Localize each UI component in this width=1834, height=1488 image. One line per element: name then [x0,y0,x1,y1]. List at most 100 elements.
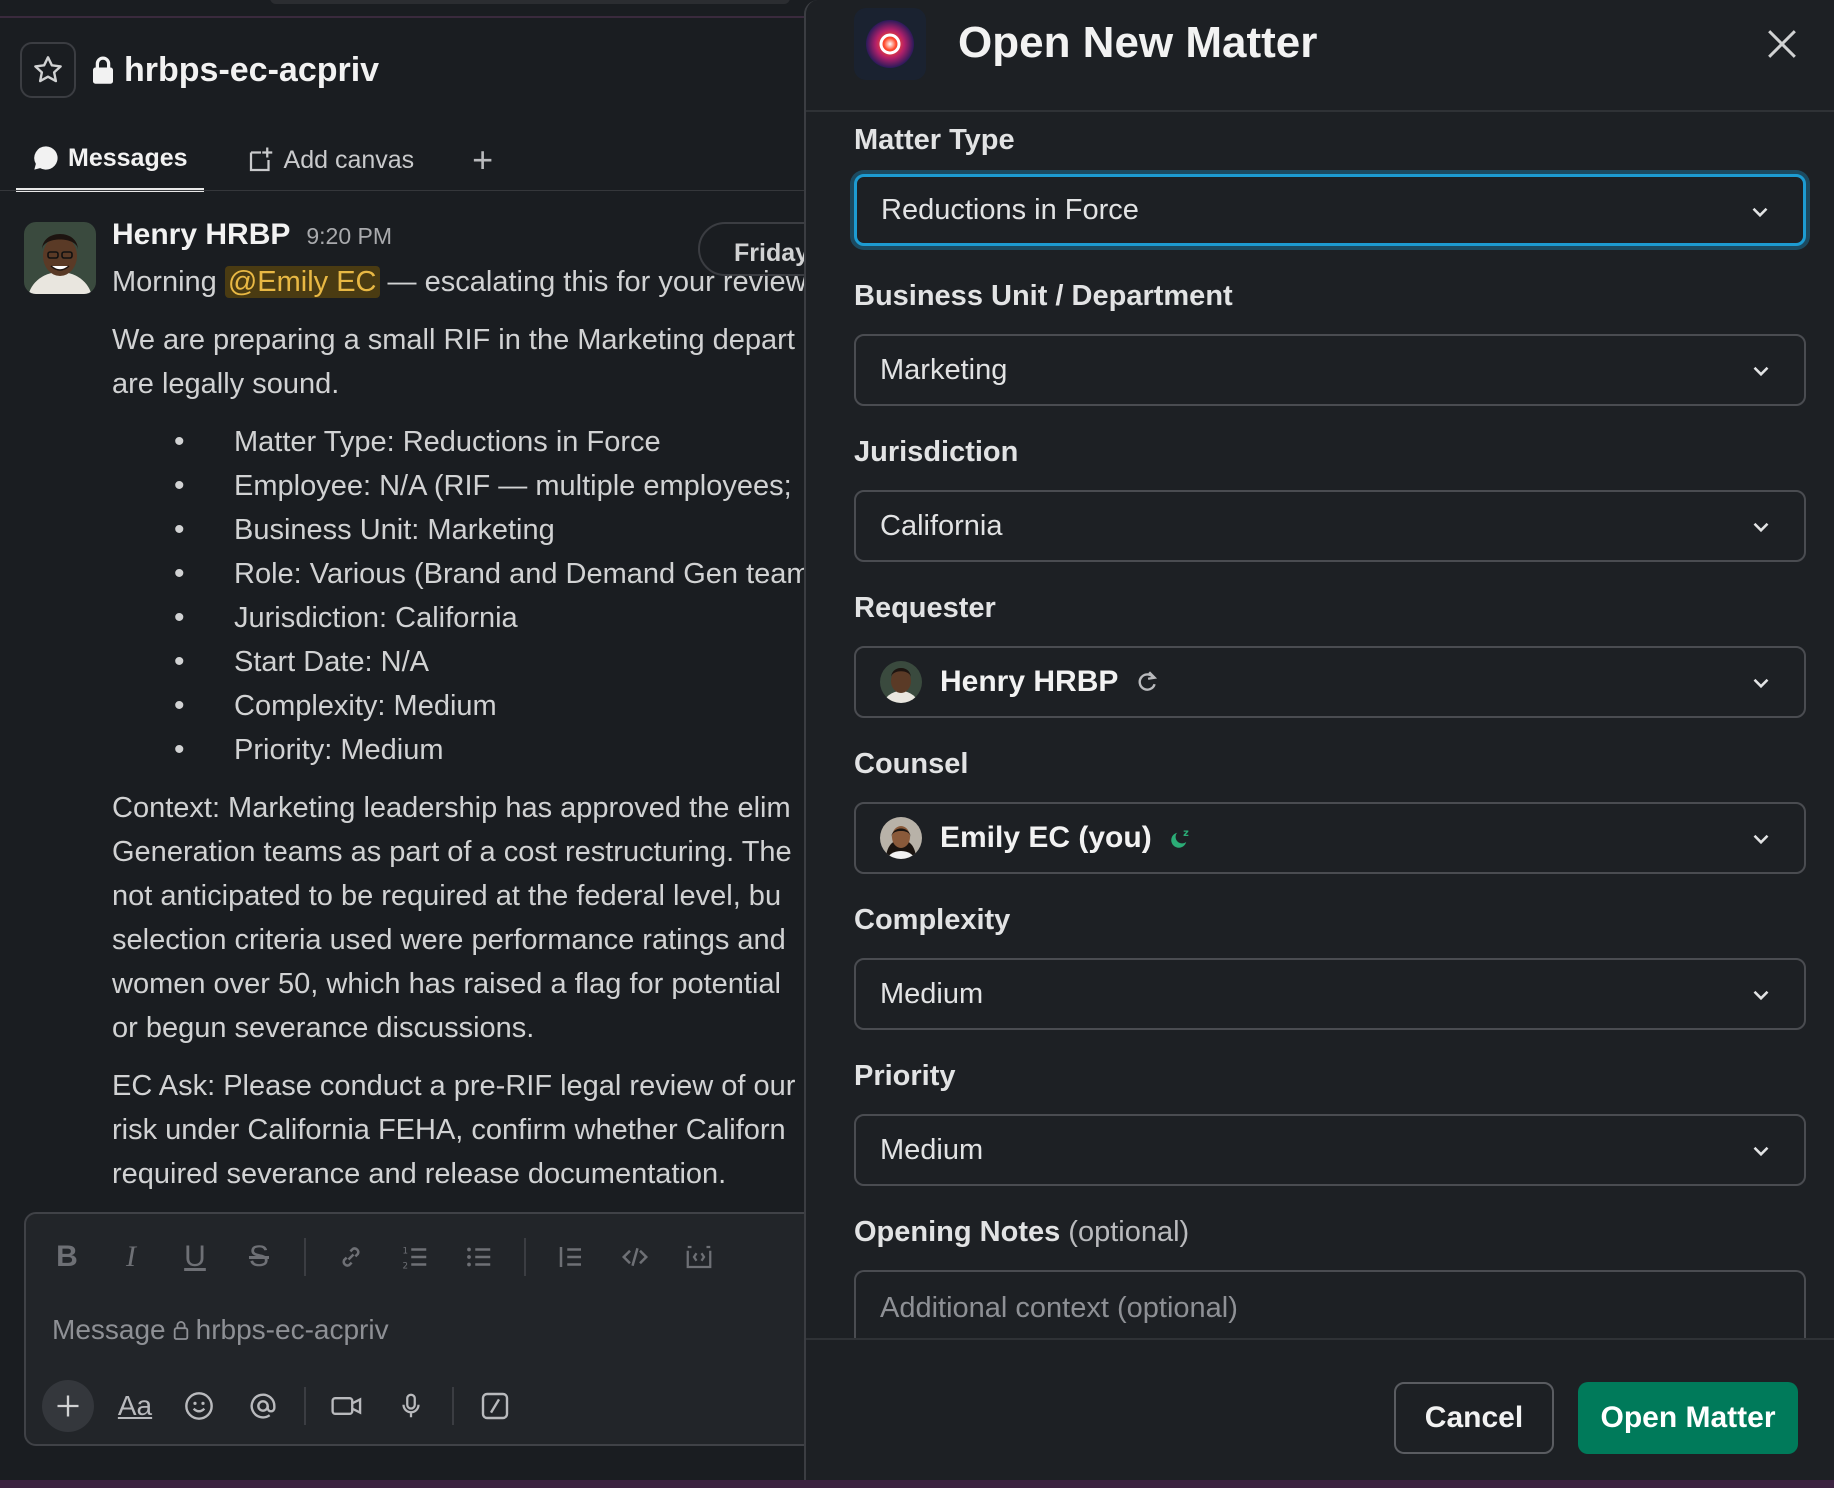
close-icon [1768,30,1796,58]
bold-icon[interactable]: B [48,1238,86,1276]
business-unit-select[interactable]: Marketing [854,334,1806,406]
tabs-divider [0,190,806,191]
star-button[interactable] [20,42,76,98]
video-camera-icon [331,1396,362,1416]
close-button[interactable] [1760,22,1804,66]
open-matter-button[interactable]: Open Matter [1578,1382,1798,1454]
opening-notes-placeholder: Additional context (optional) [880,1292,1238,1324]
jurisdiction-label: Jurisdiction [854,436,1019,468]
strikethrough-icon[interactable]: S [240,1238,278,1276]
user-mention[interactable]: @Emily EC [224,266,380,298]
list-item: Jurisdiction: California [174,596,806,640]
matter-type-select[interactable]: Reductions in Force [854,174,1806,246]
microphone-icon [402,1393,420,1418]
priority-value: Medium [880,1133,984,1166]
avatar [880,661,922,703]
channel-tabs: Messages Add canvas + [16,128,509,192]
placeholder-channel: hrbps-ec-acpriv [195,1314,389,1345]
toolbar-divider [304,1387,306,1425]
message-author[interactable]: Henry HRBP [112,218,290,252]
blockquote-icon[interactable] [552,1238,590,1276]
message-bubble-icon [34,146,58,170]
complexity-value: Medium [880,977,984,1010]
plus-icon [57,1395,79,1417]
complexity-select[interactable]: Medium [854,958,1806,1030]
app-icon [854,8,926,80]
context-paragraph: Context: Marketing leadership has approv… [112,786,806,1050]
paragraph-line: Context: Marketing leadership has approv… [112,792,791,824]
shortcuts-button[interactable] [472,1383,518,1429]
paragraph-line: Generation teams as part of a cost restr… [112,836,792,868]
format-text-icon: Aa [117,1390,153,1421]
counsel-select[interactable]: Emily EC (you) z [854,802,1806,874]
toolbar-divider [452,1387,454,1425]
lock-icon [173,1321,188,1340]
attach-button[interactable] [42,1380,94,1432]
ask-paragraph: EC Ask: Please conduct a pre-RIF legal r… [112,1064,806,1196]
bulleted-list-icon[interactable] [460,1238,498,1276]
channel-header: hrbps-ec-acpriv [20,40,379,100]
requester-select[interactable]: Henry HRBP [854,646,1806,718]
mention-button[interactable] [240,1383,286,1429]
svg-text:1: 1 [403,1246,409,1256]
svg-text:2: 2 [403,1261,409,1271]
requester-label: Requester [854,592,996,624]
numbered-list-icon[interactable]: 12 [396,1238,434,1276]
opening-notes-label-text: Opening Notes [854,1216,1061,1248]
formatting-toolbar: B I U S 12 [48,1238,718,1276]
code-icon[interactable] [616,1238,654,1276]
message-body: Morning @Emily EC — escalating this for … [112,260,806,1196]
message-paragraph: We are preparing a small RIF in the Mark… [112,318,806,406]
matter-type-value: Reductions in Force [881,193,1139,226]
paragraph-line: or begun severance discussions. [112,1012,535,1044]
paragraph-line: EC Ask: Please conduct a pre-RIF legal r… [112,1070,796,1102]
business-unit-label: Business Unit / Department [854,280,1233,312]
chevron-down-icon [1752,207,1768,218]
list-item: Business Unit: Marketing [174,508,806,552]
formatting-toggle-button[interactable]: Aa [112,1383,158,1429]
add-tab-button[interactable]: + [456,128,509,192]
tab-add-canvas[interactable]: Add canvas [230,128,431,192]
channel-title[interactable]: hrbps-ec-acpriv [90,51,379,90]
refresh-status-icon [1138,671,1158,691]
link-icon[interactable] [332,1238,370,1276]
audio-button[interactable] [388,1383,434,1429]
cancel-button[interactable]: Cancel [1394,1382,1554,1454]
plus-icon: + [472,139,494,180]
open-new-matter-modal: Open New Matter Matter Type Reductions i… [804,0,1834,1488]
at-sign-icon [250,1393,276,1419]
optional-hint: (optional) [1068,1216,1190,1248]
composer-actions: Aa [42,1380,518,1432]
complexity-label: Complexity [854,904,1011,936]
matter-details-list: Matter Type: Reductions in Force Employe… [174,420,806,772]
jurisdiction-select[interactable]: California [854,490,1806,562]
toolbar-divider [304,1238,306,1276]
tab-add-canvas-label: Add canvas [283,145,415,174]
counsel-label: Counsel [854,748,969,780]
window-bottom-stripe [0,1480,1834,1488]
list-item: Matter Type: Reductions in Force [174,420,806,464]
paragraph-line: selection criteria used were performance… [112,924,786,956]
priority-label: Priority [854,1060,956,1092]
chevron-down-icon [1753,678,1769,689]
message-header: Henry HRBP 9:20 PM [112,218,392,252]
avatar[interactable] [24,222,96,294]
underline-icon[interactable]: U [176,1238,214,1276]
paragraph-line: We are preparing a small RIF in the Mark… [112,324,795,356]
matter-type-label: Matter Type [854,124,1015,156]
list-item: Employee: N/A (RIF — multiple employees; [174,464,806,508]
jurisdiction-value: California [880,509,1003,542]
message-timestamp[interactable]: 9:20 PM [306,223,392,250]
list-item: Start Date: N/A [174,640,806,684]
message-composer[interactable]: B I U S 12 Message hrbps-ec-acpriv Aa [24,1212,806,1446]
paragraph-line: not anticipated to be required at the fe… [112,880,782,912]
video-button[interactable] [324,1383,370,1429]
italic-icon[interactable]: I [112,1238,150,1276]
placeholder-prefix: Message [52,1314,166,1345]
message-input[interactable]: Message hrbps-ec-acpriv [52,1314,389,1346]
code-block-icon[interactable] [680,1238,718,1276]
tab-messages[interactable]: Messages [16,128,204,192]
priority-select[interactable]: Medium [854,1114,1806,1186]
emoji-button[interactable] [176,1383,222,1429]
toolbar-divider [524,1238,526,1276]
